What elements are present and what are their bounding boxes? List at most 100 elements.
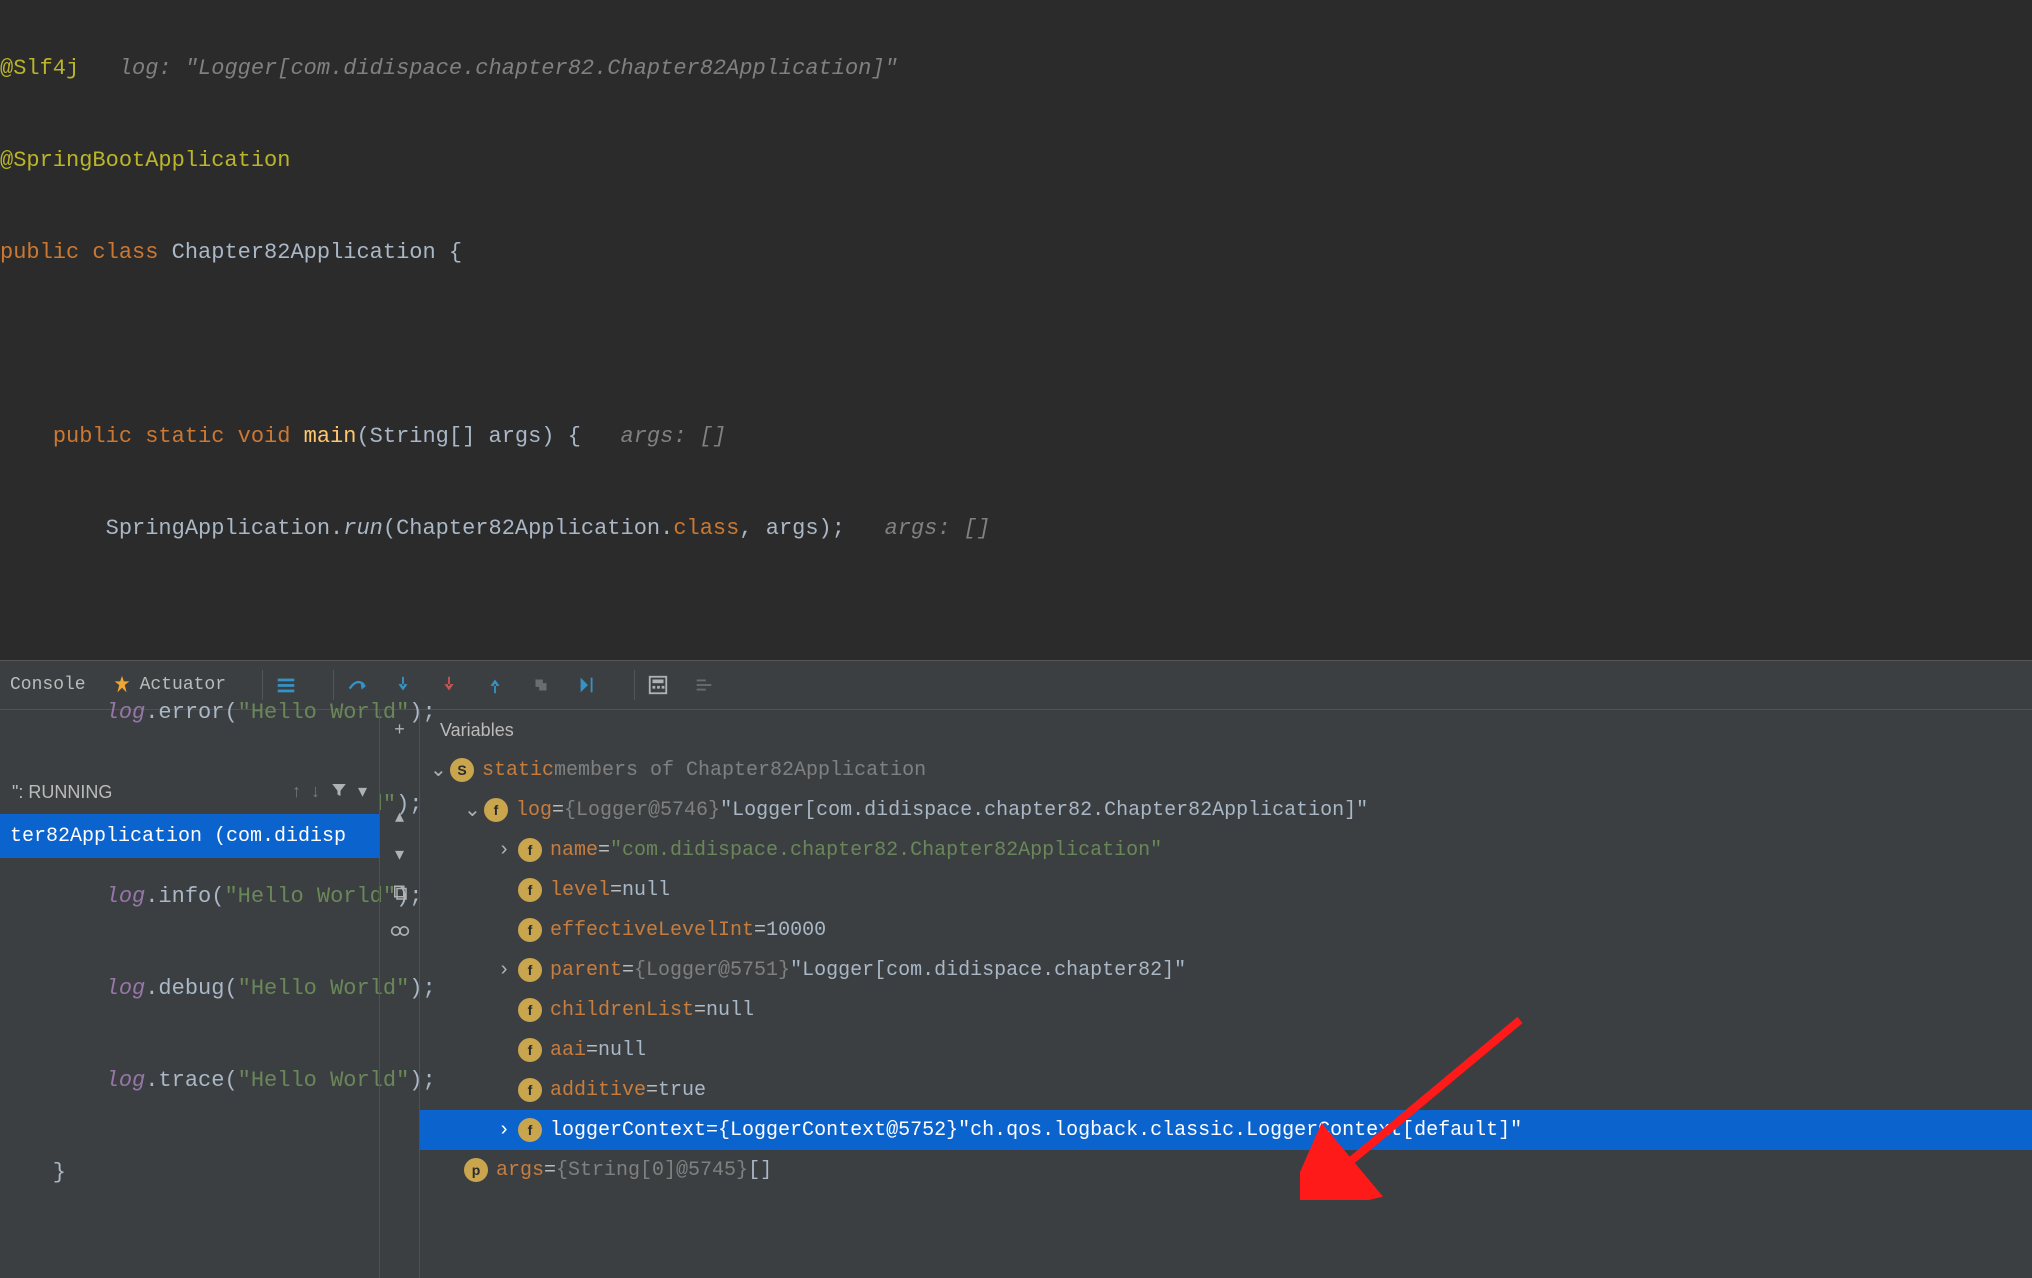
prev-frame-icon[interactable]: ↑ bbox=[292, 781, 301, 804]
class-name: Chapter82Application { bbox=[172, 240, 462, 265]
evaluate-icon[interactable] bbox=[647, 674, 669, 696]
thread-status: ": RUNNING bbox=[12, 782, 112, 803]
frames-header: ": RUNNING ↑ ↓ ▾ bbox=[0, 770, 379, 814]
tree-row-children[interactable]: f childrenList = null bbox=[420, 990, 2032, 1030]
keyword: public static void bbox=[53, 424, 304, 449]
dropdown-icon[interactable]: ▾ bbox=[358, 781, 367, 804]
tab-actuator-label: Actuator bbox=[140, 675, 226, 695]
variables-tree[interactable]: ⌄ S static members of Chapter82Applicati… bbox=[420, 750, 2032, 1190]
field-badge-icon: f bbox=[484, 798, 508, 822]
annotation-slf4j: @Slf4j bbox=[0, 56, 79, 81]
inlay-hint: args: [] bbox=[885, 516, 991, 541]
tree-row-eff[interactable]: f effectiveLevelInt = 10000 bbox=[420, 910, 2032, 950]
var-name: childrenList bbox=[550, 999, 694, 1022]
method-name: main bbox=[304, 424, 357, 449]
var-value: "com.didispace.chapter82.Chapter82Applic… bbox=[610, 839, 1162, 862]
scroll-down-icon[interactable]: ▾ bbox=[387, 842, 413, 868]
tree-row-level[interactable]: f level = null bbox=[420, 870, 2032, 910]
var-name: name bbox=[550, 839, 598, 862]
actuator-icon bbox=[110, 673, 134, 697]
var-value: null bbox=[598, 1039, 646, 1062]
expand-icon[interactable]: ⌄ bbox=[430, 757, 450, 783]
inlay-hint: log: "Logger[com.didispace.chapter82.Cha… bbox=[119, 56, 898, 81]
var-type: {Logger@5751} bbox=[634, 959, 790, 982]
copy-icon[interactable] bbox=[387, 880, 413, 906]
var-name: loggerContext bbox=[550, 1119, 706, 1142]
field-badge-icon: f bbox=[518, 838, 542, 862]
var-type: {LoggerContext@5752} bbox=[718, 1119, 958, 1142]
var-name: additive bbox=[550, 1079, 646, 1102]
tree-row-name[interactable]: › f name = "com.didispace.chapter82.Chap… bbox=[420, 830, 2032, 870]
step-out-icon[interactable] bbox=[484, 674, 506, 696]
field-badge-icon: f bbox=[518, 918, 542, 942]
expand-icon[interactable]: › bbox=[498, 1119, 518, 1142]
tree-row-additive[interactable]: f additive = true bbox=[420, 1070, 2032, 1110]
var-type: {Logger@5746} bbox=[564, 799, 720, 822]
expand-icon[interactable]: › bbox=[498, 839, 518, 862]
tree-row-loggercontext[interactable]: › f loggerContext = {LoggerContext@5752}… bbox=[420, 1110, 2032, 1150]
filter-icon[interactable] bbox=[330, 781, 348, 804]
static-badge-icon: S bbox=[450, 758, 474, 782]
trace-icon[interactable] bbox=[693, 674, 715, 696]
var-name: aai bbox=[550, 1039, 586, 1062]
var-value: [] bbox=[748, 1159, 772, 1182]
var-name: args bbox=[496, 1159, 544, 1182]
var-value: "Logger[com.didispace.chapter82.Chapter8… bbox=[720, 799, 1368, 822]
drop-frame-icon[interactable] bbox=[530, 674, 552, 696]
run-to-cursor-icon[interactable] bbox=[576, 674, 598, 696]
var-value: "ch.qos.logback.classic.LoggerContext[de… bbox=[958, 1119, 1522, 1142]
field-badge-icon: f bbox=[518, 998, 542, 1022]
field-badge-icon: f bbox=[518, 1078, 542, 1102]
separator bbox=[634, 670, 635, 700]
scroll-up-icon[interactable]: ▴ bbox=[387, 804, 413, 830]
tree-row-args[interactable]: p args = {String[0]@5745} [] bbox=[420, 1150, 2032, 1190]
var-name: level bbox=[550, 879, 610, 902]
frame-text: ter82Application (com.didisp bbox=[10, 825, 346, 848]
var-name: static bbox=[482, 759, 554, 782]
keyword: public class bbox=[0, 240, 172, 265]
field-badge-icon: f bbox=[518, 1118, 542, 1142]
code: , args); bbox=[739, 516, 845, 541]
variables-panel: Variables ⌄ S static members of Chapter8… bbox=[420, 710, 2032, 1278]
tab-console[interactable]: Console bbox=[10, 675, 86, 695]
add-watch-icon[interactable]: + bbox=[387, 718, 413, 744]
var-value: null bbox=[622, 879, 670, 902]
debug-panel: ": RUNNING ↑ ↓ ▾ ter82Application (com.d… bbox=[0, 710, 2032, 1278]
expand-icon[interactable]: ⌄ bbox=[464, 797, 484, 823]
code: SpringApplication. bbox=[0, 516, 343, 541]
force-step-into-icon[interactable] bbox=[438, 674, 460, 696]
tree-row-aai[interactable]: f aai = null bbox=[420, 1030, 2032, 1070]
var-value: null bbox=[706, 999, 754, 1022]
var-name: effectiveLevelInt bbox=[550, 919, 754, 942]
var-type: {String[0]@5745} bbox=[556, 1159, 748, 1182]
field-badge-icon: f bbox=[518, 878, 542, 902]
var-name: log bbox=[516, 799, 552, 822]
indent bbox=[0, 424, 53, 449]
method-call: run bbox=[343, 516, 383, 541]
code: (Chapter82Application. bbox=[383, 516, 673, 541]
variables-gutter: + ▴ ▾ bbox=[380, 710, 420, 1278]
var-members: members of Chapter82Application bbox=[554, 759, 926, 782]
var-value: "Logger[com.didispace.chapter82]" bbox=[790, 959, 1186, 982]
next-frame-icon[interactable]: ↓ bbox=[311, 781, 320, 804]
separator bbox=[262, 670, 263, 700]
tree-row-log[interactable]: ⌄ f log = {Logger@5746} "Logger[com.didi… bbox=[420, 790, 2032, 830]
watches-icon[interactable] bbox=[387, 918, 413, 944]
keyword: class bbox=[673, 516, 739, 541]
stack-frame[interactable]: ter82Application (com.didisp bbox=[0, 814, 379, 858]
separator bbox=[333, 670, 334, 700]
code-editor[interactable]: @Slf4j log: "Logger[com.didispace.chapte… bbox=[0, 0, 2032, 660]
step-over-icon[interactable] bbox=[346, 674, 368, 696]
param-badge-icon: p bbox=[464, 1158, 488, 1182]
tab-console-label: Console bbox=[10, 675, 86, 695]
step-into-icon[interactable] bbox=[392, 674, 414, 696]
var-name: parent bbox=[550, 959, 622, 982]
tab-actuator[interactable]: Actuator bbox=[110, 673, 226, 697]
tree-row-parent[interactable]: › f parent = {Logger@5751} "Logger[com.d… bbox=[420, 950, 2032, 990]
variables-header: Variables bbox=[420, 710, 2032, 750]
layout-icon[interactable] bbox=[275, 674, 297, 696]
frames-panel: ": RUNNING ↑ ↓ ▾ ter82Application (com.d… bbox=[0, 710, 380, 1278]
var-value: true bbox=[658, 1079, 706, 1102]
expand-icon[interactable]: › bbox=[498, 959, 518, 982]
tree-row-static[interactable]: ⌄ S static members of Chapter82Applicati… bbox=[420, 750, 2032, 790]
